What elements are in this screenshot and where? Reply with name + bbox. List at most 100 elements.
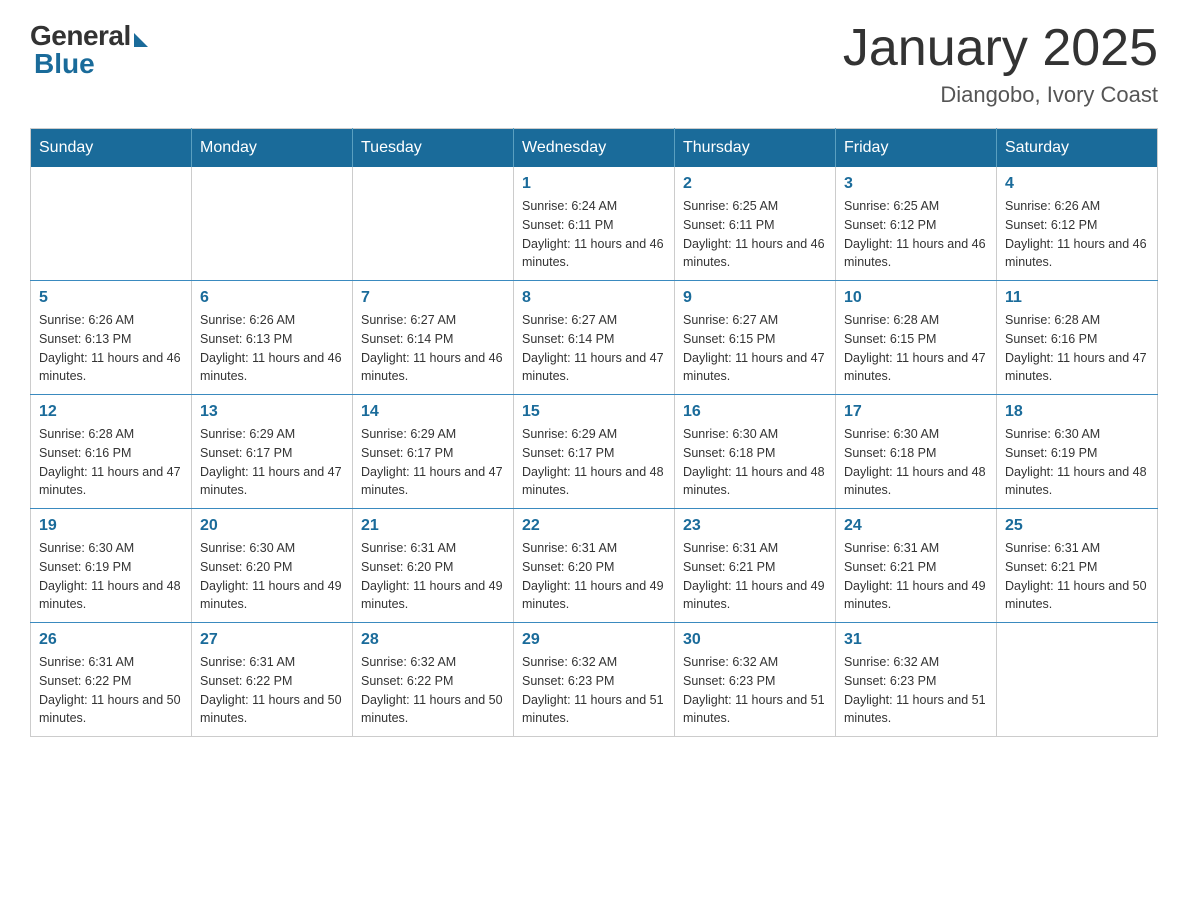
day-number: 25 xyxy=(1005,517,1149,535)
logo-blue-text: Blue xyxy=(30,48,95,80)
day-info: Sunrise: 6:31 AMSunset: 6:20 PMDaylight:… xyxy=(522,539,666,614)
title-section: January 2025 Diangobo, Ivory Coast xyxy=(843,20,1158,108)
calendar-body: 1 Sunrise: 6:24 AMSunset: 6:11 PMDaylight… xyxy=(31,167,1158,737)
day-header-friday: Friday xyxy=(836,129,997,168)
day-info: Sunrise: 6:30 AMSunset: 6:19 PMDaylight:… xyxy=(1005,425,1149,500)
day-number: 3 xyxy=(844,175,988,193)
day-number: 20 xyxy=(200,517,344,535)
calendar-cell: 25 Sunrise: 6:31 AMSunset: 6:21 PMDayligh… xyxy=(997,509,1158,623)
day-number: 9 xyxy=(683,289,827,307)
day-number: 21 xyxy=(361,517,505,535)
calendar-table: SundayMondayTuesdayWednesdayThursdayFrid… xyxy=(30,128,1158,737)
day-number: 11 xyxy=(1005,289,1149,307)
calendar-header: SundayMondayTuesdayWednesdayThursdayFrid… xyxy=(31,129,1158,168)
calendar-cell: 7 Sunrise: 6:27 AMSunset: 6:14 PMDaylight… xyxy=(353,281,514,395)
day-info: Sunrise: 6:28 AMSunset: 6:16 PMDaylight:… xyxy=(39,425,183,500)
calendar-cell: 17 Sunrise: 6:30 AMSunset: 6:18 PMDayligh… xyxy=(836,395,997,509)
calendar-cell: 9 Sunrise: 6:27 AMSunset: 6:15 PMDaylight… xyxy=(675,281,836,395)
day-number: 31 xyxy=(844,631,988,649)
day-info: Sunrise: 6:27 AMSunset: 6:15 PMDaylight:… xyxy=(683,311,827,386)
day-header-saturday: Saturday xyxy=(997,129,1158,168)
month-title: January 2025 xyxy=(843,20,1158,77)
day-number: 22 xyxy=(522,517,666,535)
calendar-week-5: 26Sunrise: 6:31 AMSunset: 6:22 PMDayligh… xyxy=(31,623,1158,737)
calendar-cell: 1 Sunrise: 6:24 AMSunset: 6:11 PMDaylight… xyxy=(514,167,675,281)
day-info: Sunrise: 6:27 AMSunset: 6:14 PMDaylight:… xyxy=(361,311,505,386)
day-number: 13 xyxy=(200,403,344,421)
day-info: Sunrise: 6:25 AMSunset: 6:12 PMDaylight:… xyxy=(844,197,988,272)
calendar-cell: 28 Sunrise: 6:32 AMSunset: 6:22 PMDayligh… xyxy=(353,623,514,737)
day-info: Sunrise: 6:29 AMSunset: 6:17 PMDaylight:… xyxy=(200,425,344,500)
day-info: Sunrise: 6:29 AMSunset: 6:17 PMDaylight:… xyxy=(361,425,505,500)
day-info: Sunrise: 6:29 AMSunset: 6:17 PMDaylight:… xyxy=(522,425,666,500)
calendar-cell: 4Sunrise: 6:26 AMSunset: 6:12 PMDaylight… xyxy=(997,167,1158,281)
location-text: Diangobo, Ivory Coast xyxy=(843,82,1158,108)
calendar-cell xyxy=(31,167,192,281)
calendar-cell: 12 Sunrise: 6:28 AMSunset: 6:16 PMDayligh… xyxy=(31,395,192,509)
day-number: 12 xyxy=(39,403,183,421)
day-number: 10 xyxy=(844,289,988,307)
calendar-cell: 20 Sunrise: 6:30 AMSunset: 6:20 PMDayligh… xyxy=(192,509,353,623)
calendar-cell xyxy=(192,167,353,281)
calendar-cell: 19Sunrise: 6:30 AMSunset: 6:19 PMDayligh… xyxy=(31,509,192,623)
day-info: Sunrise: 6:30 AMSunset: 6:19 PMDaylight:… xyxy=(39,539,183,614)
calendar-cell: 13 Sunrise: 6:29 AMSunset: 6:17 PMDayligh… xyxy=(192,395,353,509)
calendar-cell: 2 Sunrise: 6:25 AMSunset: 6:11 PMDaylight… xyxy=(675,167,836,281)
day-info: Sunrise: 6:32 AMSunset: 6:23 PMDaylight:… xyxy=(683,653,827,728)
day-number: 28 xyxy=(361,631,505,649)
logo: General Blue xyxy=(30,20,148,80)
calendar-cell: 15 Sunrise: 6:29 AMSunset: 6:17 PMDayligh… xyxy=(514,395,675,509)
calendar-cell: 18Sunrise: 6:30 AMSunset: 6:19 PMDayligh… xyxy=(997,395,1158,509)
calendar-cell: 14 Sunrise: 6:29 AMSunset: 6:17 PMDayligh… xyxy=(353,395,514,509)
calendar-cell: 29Sunrise: 6:32 AMSunset: 6:23 PMDayligh… xyxy=(514,623,675,737)
calendar-cell xyxy=(997,623,1158,737)
day-info: Sunrise: 6:32 AMSunset: 6:22 PMDaylight:… xyxy=(361,653,505,728)
day-info: Sunrise: 6:31 AMSunset: 6:21 PMDaylight:… xyxy=(683,539,827,614)
day-header-tuesday: Tuesday xyxy=(353,129,514,168)
calendar-week-3: 12 Sunrise: 6:28 AMSunset: 6:16 PMDayligh… xyxy=(31,395,1158,509)
day-number: 17 xyxy=(844,403,988,421)
day-info: Sunrise: 6:31 AMSunset: 6:21 PMDaylight:… xyxy=(1005,539,1149,614)
day-number: 5 xyxy=(39,289,183,307)
day-number: 8 xyxy=(522,289,666,307)
day-number: 6 xyxy=(200,289,344,307)
day-header-wednesday: Wednesday xyxy=(514,129,675,168)
day-number: 27 xyxy=(200,631,344,649)
calendar-cell: 8Sunrise: 6:27 AMSunset: 6:14 PMDaylight… xyxy=(514,281,675,395)
calendar-cell: 6 Sunrise: 6:26 AMSunset: 6:13 PMDaylight… xyxy=(192,281,353,395)
day-info: Sunrise: 6:31 AMSunset: 6:21 PMDaylight:… xyxy=(844,539,988,614)
day-number: 14 xyxy=(361,403,505,421)
day-info: Sunrise: 6:31 AMSunset: 6:22 PMDaylight:… xyxy=(200,653,344,728)
day-number: 15 xyxy=(522,403,666,421)
calendar-cell: 31 Sunrise: 6:32 AMSunset: 6:23 PMDayligh… xyxy=(836,623,997,737)
calendar-cell xyxy=(353,167,514,281)
logo-arrow-icon xyxy=(134,33,148,47)
calendar-week-2: 5 Sunrise: 6:26 AMSunset: 6:13 PMDaylight… xyxy=(31,281,1158,395)
day-info: Sunrise: 6:26 AMSunset: 6:13 PMDaylight:… xyxy=(200,311,344,386)
calendar-cell: 23Sunrise: 6:31 AMSunset: 6:21 PMDayligh… xyxy=(675,509,836,623)
day-header-sunday: Sunday xyxy=(31,129,192,168)
day-info: Sunrise: 6:32 AMSunset: 6:23 PMDaylight:… xyxy=(844,653,988,728)
day-info: Sunrise: 6:31 AMSunset: 6:20 PMDaylight:… xyxy=(361,539,505,614)
day-number: 1 xyxy=(522,175,666,193)
day-info: Sunrise: 6:24 AMSunset: 6:11 PMDaylight:… xyxy=(522,197,666,272)
day-info: Sunrise: 6:30 AMSunset: 6:20 PMDaylight:… xyxy=(200,539,344,614)
day-info: Sunrise: 6:25 AMSunset: 6:11 PMDaylight:… xyxy=(683,197,827,272)
day-header-thursday: Thursday xyxy=(675,129,836,168)
day-number: 2 xyxy=(683,175,827,193)
day-number: 4 xyxy=(1005,175,1149,193)
header-row: SundayMondayTuesdayWednesdayThursdayFrid… xyxy=(31,129,1158,168)
calendar-cell: 27 Sunrise: 6:31 AMSunset: 6:22 PMDayligh… xyxy=(192,623,353,737)
calendar-cell: 11Sunrise: 6:28 AMSunset: 6:16 PMDayligh… xyxy=(997,281,1158,395)
calendar-cell: 24Sunrise: 6:31 AMSunset: 6:21 PMDayligh… xyxy=(836,509,997,623)
calendar-cell: 26Sunrise: 6:31 AMSunset: 6:22 PMDayligh… xyxy=(31,623,192,737)
day-number: 16 xyxy=(683,403,827,421)
day-info: Sunrise: 6:30 AMSunset: 6:18 PMDaylight:… xyxy=(683,425,827,500)
calendar-cell: 22 Sunrise: 6:31 AMSunset: 6:20 PMDayligh… xyxy=(514,509,675,623)
day-number: 29 xyxy=(522,631,666,649)
calendar-cell: 21 Sunrise: 6:31 AMSunset: 6:20 PMDayligh… xyxy=(353,509,514,623)
day-header-monday: Monday xyxy=(192,129,353,168)
day-info: Sunrise: 6:30 AMSunset: 6:18 PMDaylight:… xyxy=(844,425,988,500)
calendar-cell: 30Sunrise: 6:32 AMSunset: 6:23 PMDayligh… xyxy=(675,623,836,737)
day-number: 7 xyxy=(361,289,505,307)
